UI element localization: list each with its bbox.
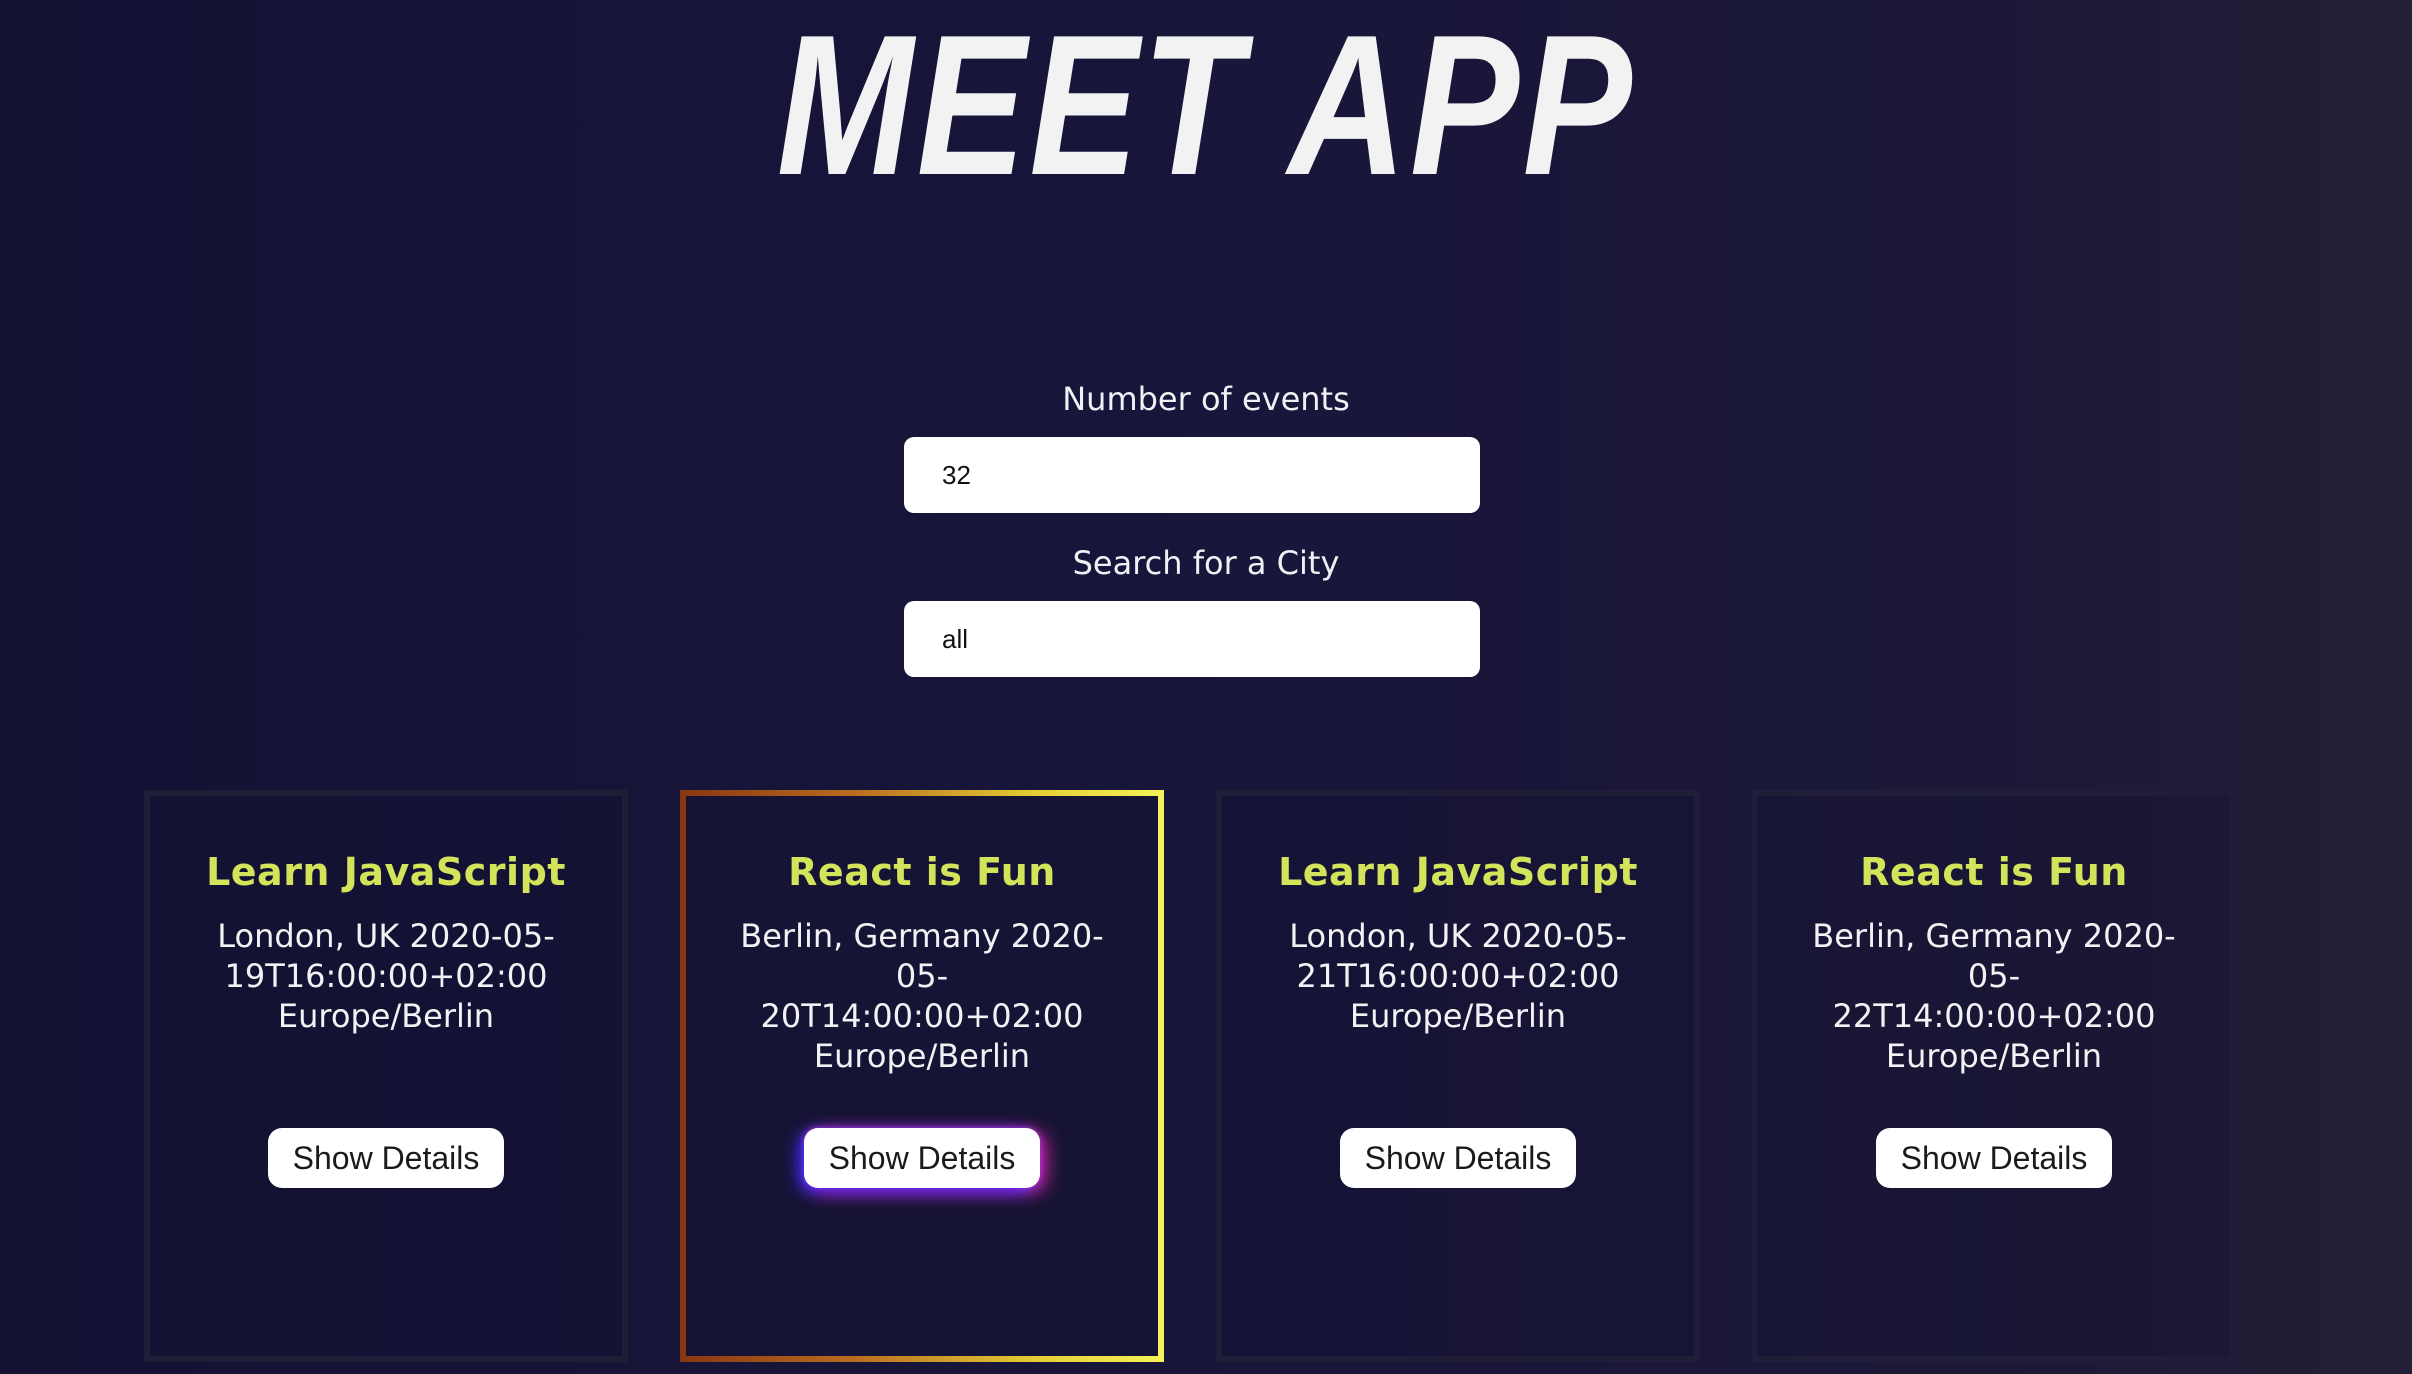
event-timezone: Europe/Berlin bbox=[277, 997, 495, 1035]
number-of-events-label: Number of events bbox=[1062, 380, 1350, 418]
event-location-date: Berlin, Germany 2020-05- bbox=[1812, 917, 2176, 995]
event-title: Learn JavaScript bbox=[1278, 850, 1638, 894]
event-info: Berlin, Germany 2020-05- 22T14:00:00+02:… bbox=[1788, 916, 2200, 1076]
show-details-button[interactable]: Show Details bbox=[1340, 1128, 1576, 1188]
event-timezone: Europe/Berlin bbox=[1349, 997, 1567, 1035]
event-info: London, UK 2020-05- 19T16:00:00+02:00 Eu… bbox=[180, 916, 592, 1036]
app-title: MEET APP bbox=[776, 0, 1636, 217]
number-of-events-input[interactable] bbox=[904, 437, 1480, 513]
event-card: React is Fun Berlin, Germany 2020-05- 20… bbox=[680, 790, 1164, 1362]
event-time: 19T16:00:00+02:00 bbox=[224, 957, 548, 995]
event-time: 21T16:00:00+02:00 bbox=[1296, 957, 1620, 995]
event-timezone: Europe/Berlin bbox=[1885, 1037, 2103, 1075]
event-card: Learn JavaScript London, UK 2020-05- 21T… bbox=[1216, 790, 1700, 1362]
city-search-input[interactable] bbox=[904, 601, 1480, 677]
event-info: Berlin, Germany 2020-05- 20T14:00:00+02:… bbox=[716, 916, 1128, 1076]
event-title: React is Fun bbox=[1860, 850, 2128, 894]
event-time: 20T14:00:00+02:00 bbox=[760, 997, 1084, 1035]
show-details-button[interactable]: Show Details bbox=[804, 1128, 1040, 1188]
event-location-date: Berlin, Germany 2020-05- bbox=[740, 917, 1104, 995]
event-location-date: London, UK 2020-05- bbox=[217, 917, 555, 955]
event-card: Learn JavaScript London, UK 2020-05- 19T… bbox=[144, 790, 628, 1362]
show-details-button[interactable]: Show Details bbox=[1876, 1128, 2112, 1188]
city-search-label: Search for a City bbox=[1072, 544, 1340, 582]
show-details-button[interactable]: Show Details bbox=[268, 1128, 504, 1188]
event-title: React is Fun bbox=[788, 850, 1056, 894]
event-info: London, UK 2020-05- 21T16:00:00+02:00 Eu… bbox=[1252, 916, 1664, 1036]
event-title: Learn JavaScript bbox=[206, 850, 566, 894]
event-time: 22T14:00:00+02:00 bbox=[1832, 997, 2156, 1035]
event-location-date: London, UK 2020-05- bbox=[1289, 917, 1627, 955]
event-card: React is Fun Berlin, Germany 2020-05- 22… bbox=[1752, 790, 2236, 1362]
event-timezone: Europe/Berlin bbox=[813, 1037, 1031, 1075]
